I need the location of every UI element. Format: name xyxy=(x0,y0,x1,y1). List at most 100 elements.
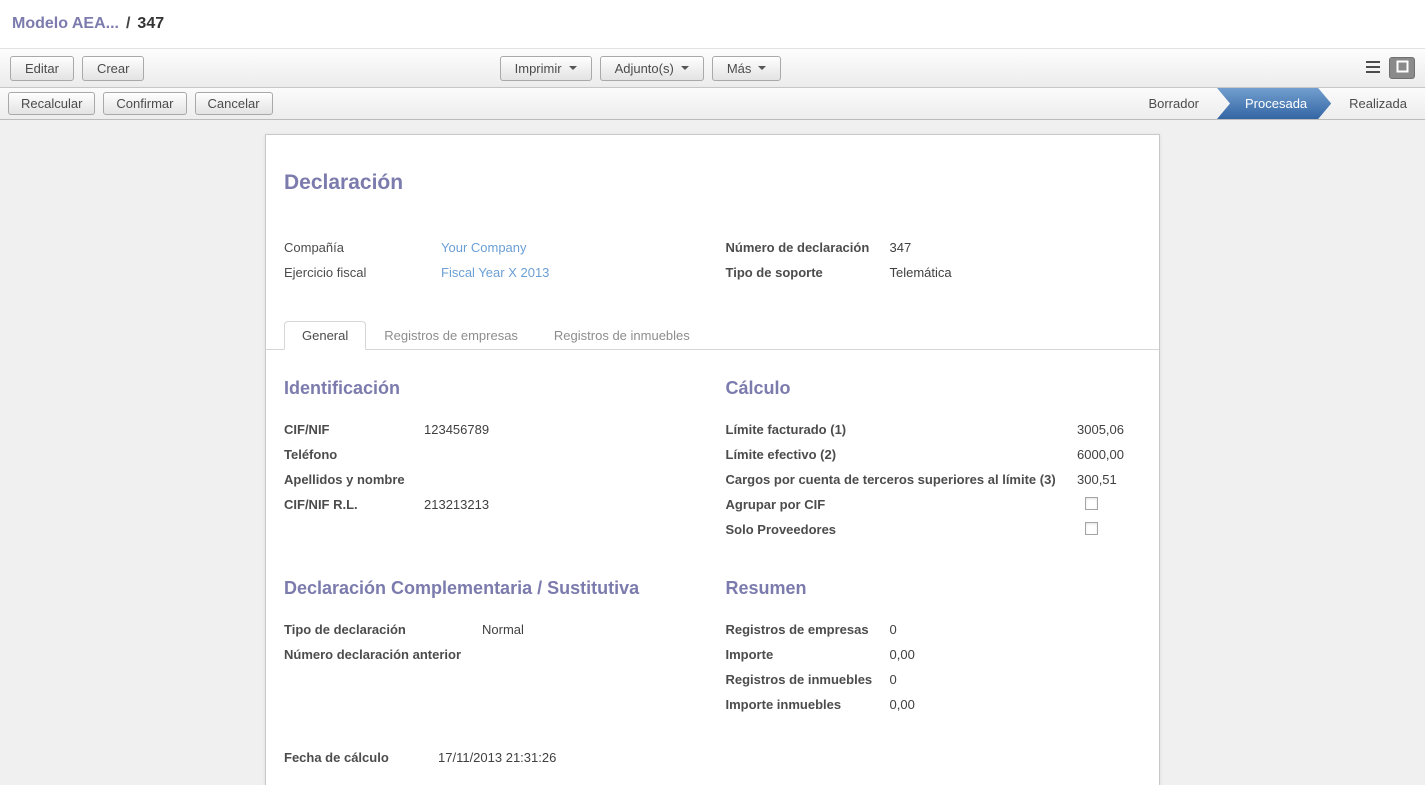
status-procesada[interactable]: Procesada xyxy=(1217,88,1331,119)
compania-value-link[interactable]: Your Company xyxy=(441,240,527,255)
field-registros-empresas: Registros de empresas 0 xyxy=(726,617,1142,642)
importe-label: Importe xyxy=(726,647,890,662)
numero-declaracion-value: 347 xyxy=(890,240,912,255)
registros-inmuebles-label: Registros de inmuebles xyxy=(726,672,890,687)
field-ejercicio-fiscal: Ejercicio fiscal Fiscal Year X 2013 xyxy=(284,260,700,285)
ejercicio-fiscal-label: Ejercicio fiscal xyxy=(284,265,441,280)
solo-proveedores-checkbox[interactable] xyxy=(1085,522,1098,535)
field-numero-declaracion-anterior: Número declaración anterior xyxy=(284,642,700,667)
limite-facturado-value: 3005,06 xyxy=(1077,422,1141,437)
field-tipo-declaracion: Tipo de declaración Normal xyxy=(284,617,700,642)
cif-nif-rl-label: CIF/NIF R.L. xyxy=(284,497,424,512)
caret-down-icon xyxy=(569,66,577,70)
section-complementaria: Declaración Complementaria / Sustitutiva… xyxy=(284,578,700,717)
field-telefono: Teléfono xyxy=(284,442,700,467)
recalculate-button[interactable]: Recalcular xyxy=(8,92,95,115)
section-row-1: Identificación CIF/NIF 123456789 Teléfon… xyxy=(284,378,1141,542)
tipo-soporte-value: Telemática xyxy=(890,265,952,280)
cif-nif-label: CIF/NIF xyxy=(284,422,424,437)
limite-efectivo-label: Límite efectivo (2) xyxy=(726,447,837,462)
fecha-calculo-value: 17/11/2013 21:31:26 xyxy=(438,750,556,765)
field-tipo-soporte: Tipo de soporte Telemática xyxy=(726,260,1142,285)
importe-value: 0,00 xyxy=(890,647,915,662)
telefono-label: Teléfono xyxy=(284,447,424,462)
tab-registros-inmuebles[interactable]: Registros de inmuebles xyxy=(536,321,708,350)
field-cif-nif: CIF/NIF 123456789 xyxy=(284,417,700,442)
print-dropdown-button[interactable]: Imprimir xyxy=(500,56,592,81)
header-field-group: Compañía Your Company Ejercicio fiscal F… xyxy=(284,235,1141,285)
field-apellidos-nombre: Apellidos y nombre xyxy=(284,467,700,492)
cargos-terceros-label: Cargos por cuenta de terceros superiores… xyxy=(726,472,1056,487)
field-importe: Importe 0,00 xyxy=(726,642,1142,667)
main-toolbar: Editar Crear Imprimir Adjunto(s) Más xyxy=(0,48,1425,88)
complementaria-title: Declaración Complementaria / Sustitutiva xyxy=(284,578,700,599)
edit-button[interactable]: Editar xyxy=(10,56,74,81)
cif-nif-value: 123456789 xyxy=(424,422,489,437)
field-cargos-terceros: Cargos por cuenta de terceros superiores… xyxy=(726,467,1142,492)
field-fecha-calculo: Fecha de cálculo 17/11/2013 21:31:26 xyxy=(284,745,1141,770)
toolbar-right-group xyxy=(925,57,1415,79)
confirm-button[interactable]: Confirmar xyxy=(103,92,186,115)
breadcrumb-separator: / xyxy=(126,15,130,33)
identificacion-title: Identificación xyxy=(284,378,700,399)
status-realizada[interactable]: Realizada xyxy=(1331,88,1425,119)
agrupar-por-cif-checkbox[interactable] xyxy=(1085,497,1098,510)
field-limite-facturado: Límite facturado (1) 3005,06 xyxy=(726,417,1142,442)
print-label: Imprimir xyxy=(515,61,562,76)
view-switcher xyxy=(1360,57,1415,79)
tab-registros-empresas[interactable]: Registros de empresas xyxy=(366,321,536,350)
toolbar-center-group: Imprimir Adjunto(s) Más xyxy=(500,56,782,81)
cargos-terceros-value: 300,51 xyxy=(1077,472,1141,487)
tipo-soporte-label: Tipo de soporte xyxy=(726,265,890,280)
registros-empresas-label: Registros de empresas xyxy=(726,622,890,637)
numero-declaracion-label: Número de declaración xyxy=(726,240,890,255)
attachments-label: Adjunto(s) xyxy=(615,61,674,76)
form-view-button[interactable] xyxy=(1389,57,1415,79)
action-buttons-group: Recalcular Confirmar Cancelar xyxy=(8,88,273,119)
breadcrumb-current: 347 xyxy=(137,15,164,33)
toolbar-left-group: Editar Crear xyxy=(10,56,500,81)
registros-inmuebles-value: 0 xyxy=(890,672,897,687)
more-label: Más xyxy=(727,61,752,76)
breadcrumb-parent-link[interactable]: Modelo AEA... xyxy=(12,15,119,33)
solo-proveedores-label: Solo Proveedores xyxy=(726,522,837,537)
compania-label: Compañía xyxy=(284,240,441,255)
tipo-declaracion-label: Tipo de declaración xyxy=(284,622,482,637)
more-dropdown-button[interactable]: Más xyxy=(712,56,782,81)
field-cif-nif-rl: CIF/NIF R.L. 213213213 xyxy=(284,492,700,517)
field-numero-declaracion: Número de declaración 347 xyxy=(726,235,1142,260)
field-compania: Compañía Your Company xyxy=(284,235,700,260)
header-right-column: Número de declaración 347 Tipo de soport… xyxy=(726,235,1142,285)
list-view-button[interactable] xyxy=(1360,57,1386,79)
limite-efectivo-value: 6000,00 xyxy=(1077,447,1141,462)
create-button[interactable]: Crear xyxy=(82,56,145,81)
section-identificacion: Identificación CIF/NIF 123456789 Teléfon… xyxy=(284,378,700,542)
section-row-2: Declaración Complementaria / Sustitutiva… xyxy=(284,578,1141,717)
list-icon xyxy=(1366,61,1380,76)
registros-empresas-value: 0 xyxy=(890,622,897,637)
attachments-dropdown-button[interactable]: Adjunto(s) xyxy=(600,56,704,81)
resumen-title: Resumen xyxy=(726,578,1142,599)
cif-nif-rl-value: 213213213 xyxy=(424,497,489,512)
numero-declaracion-anterior-label: Número declaración anterior xyxy=(284,647,482,662)
caret-down-icon xyxy=(758,66,766,70)
content-area: Declaración Compañía Your Company Ejerci… xyxy=(0,120,1425,785)
field-registros-inmuebles: Registros de inmuebles 0 xyxy=(726,667,1142,692)
caret-down-icon xyxy=(681,66,689,70)
calculo-title: Cálculo xyxy=(726,378,1142,399)
status-borrador[interactable]: Borrador xyxy=(1130,88,1217,119)
action-bar: Recalcular Confirmar Cancelar Borrador P… xyxy=(0,88,1425,120)
sheet-title: Declaración xyxy=(284,171,1141,195)
tipo-declaracion-value: Normal xyxy=(482,622,524,637)
cancel-button[interactable]: Cancelar xyxy=(195,92,273,115)
tab-general[interactable]: General xyxy=(284,321,366,350)
form-sheet: Declaración Compañía Your Company Ejerci… xyxy=(265,134,1160,785)
tab-content-general: Identificación CIF/NIF 123456789 Teléfon… xyxy=(284,350,1141,770)
form-icon xyxy=(1396,60,1409,76)
field-limite-efectivo: Límite efectivo (2) 6000,00 xyxy=(726,442,1142,467)
agrupar-por-cif-label: Agrupar por CIF xyxy=(726,497,826,512)
agrupar-por-cif-box xyxy=(1077,497,1141,513)
ejercicio-fiscal-value-link[interactable]: Fiscal Year X 2013 xyxy=(441,265,549,280)
field-solo-proveedores: Solo Proveedores xyxy=(726,517,1142,542)
limite-facturado-label: Límite facturado (1) xyxy=(726,422,847,437)
